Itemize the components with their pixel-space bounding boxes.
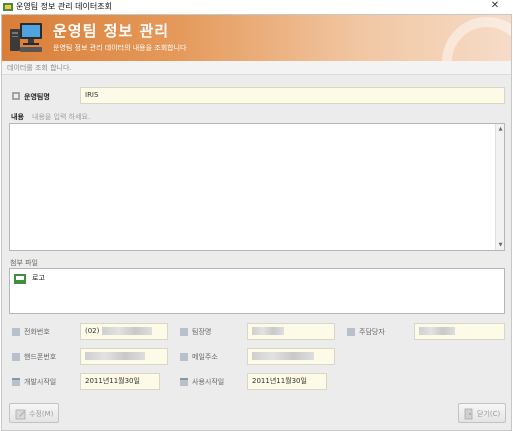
banner-subtitle: 운영팀 정보 관리 데이터의 내용을 조회합니다: [53, 44, 187, 52]
phone-value: (02): [85, 327, 100, 335]
window-body: 운영팀 정보 관리 운영팀 정보 관리 데이터의 내용을 조회합니다 데이터를 …: [1, 14, 512, 431]
content-scrollbar[interactable]: ▲ ▼: [495, 124, 504, 250]
status-line: 데이터를 조회 합니다.: [2, 61, 511, 75]
dev-start-label: 개발시작일: [24, 378, 57, 386]
close-label: 닫기(C): [477, 410, 501, 418]
attachment-label: 첨부 파일: [10, 259, 38, 267]
banner-title: 운영팀 정보 관리: [53, 22, 170, 40]
team-icon: [12, 92, 20, 100]
team-name-field[interactable]: IRIS: [80, 87, 505, 104]
attachment-box[interactable]: 로고: [9, 268, 505, 314]
use-start-label: 사용시작일: [192, 378, 225, 386]
calendar-icon: [180, 378, 188, 386]
window-title: 운영팀 정보 관리 데이터조회: [16, 2, 112, 11]
redacted-value: [101, 327, 152, 335]
email-label: 메일주소: [192, 353, 218, 361]
email-icon: [180, 353, 188, 361]
team-lead-field[interactable]: [247, 323, 335, 340]
main-contact-field[interactable]: [414, 323, 505, 340]
scroll-up-icon[interactable]: ▲: [497, 126, 504, 132]
content-placeholder: 내용을 입력 하세요.: [32, 113, 91, 121]
redacted-value: [419, 327, 455, 335]
mobile-icon: [12, 353, 20, 361]
close-icon[interactable]: ✕: [488, 0, 502, 12]
redacted-value: [252, 352, 314, 360]
mobile-field[interactable]: [80, 348, 168, 365]
email-field[interactable]: [247, 348, 335, 365]
phone-icon: [12, 328, 20, 336]
decor-swoosh: [442, 17, 511, 61]
scroll-down-icon[interactable]: ▼: [497, 242, 504, 248]
edit-label: 수정(M): [29, 410, 54, 418]
dev-start-field[interactable]: 2011년11월30일: [80, 373, 160, 390]
main-contact-icon: [347, 328, 355, 336]
close-door-icon: [464, 408, 473, 420]
team-name-label: 운영팀명: [24, 93, 50, 101]
app-icon: [3, 3, 13, 11]
team-lead-icon: [180, 328, 188, 336]
computer-icon: [10, 23, 42, 52]
close-button[interactable]: 닫기(C): [458, 403, 506, 423]
content-label: 내용: [11, 113, 24, 121]
main-contact-label: 주담당자: [359, 328, 385, 336]
image-file-icon: [14, 274, 26, 284]
attachment-file-name[interactable]: 로고: [32, 273, 45, 283]
header-banner: 운영팀 정보 관리 운영팀 정보 관리 데이터의 내용을 조회합니다: [2, 15, 511, 61]
edit-button[interactable]: 수정(M): [9, 403, 59, 423]
calendar-icon: [12, 378, 20, 386]
use-start-field[interactable]: 2011년11월30일: [247, 373, 327, 390]
phone-field[interactable]: (02): [80, 323, 168, 340]
phone-label: 전화번호: [24, 328, 50, 336]
redacted-value: [85, 352, 145, 360]
status-text: 데이터를 조회 합니다.: [7, 64, 72, 72]
edit-icon: [15, 409, 26, 420]
title-bar: 운영팀 정보 관리 데이터조회 ✕: [0, 0, 513, 14]
team-lead-label: 팀장명: [192, 328, 212, 336]
mobile-label: 핸드폰번호: [24, 353, 57, 361]
content-textarea[interactable]: ▲ ▼: [9, 123, 505, 251]
redacted-value: [252, 327, 284, 335]
